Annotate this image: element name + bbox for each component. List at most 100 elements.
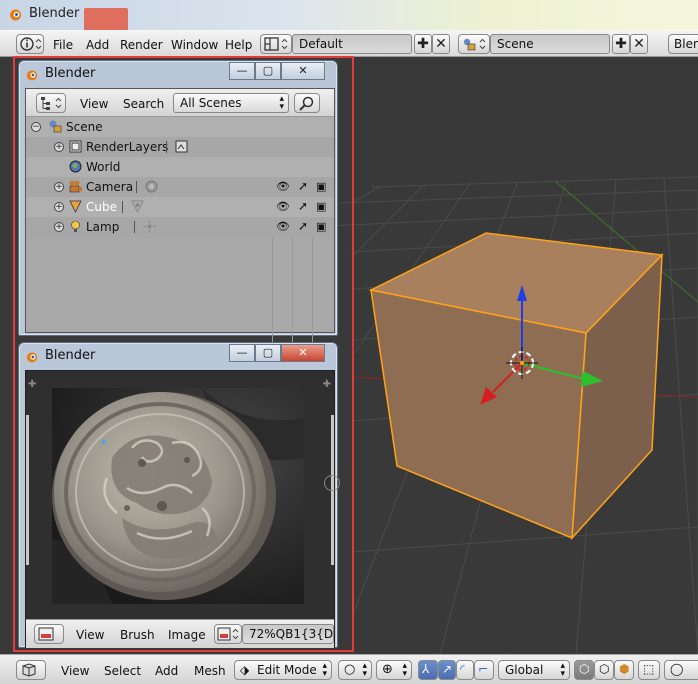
outliner-header: View Search All Scenes ▴ ▾ (26, 89, 334, 117)
proportional-edit-dropdown[interactable]: ◯ (664, 660, 698, 680)
face-select-icon: ⬢ (619, 662, 630, 676)
image-editor[interactable]: ✚ ✚ View Brush Image 72%QB1{3{D( (25, 370, 340, 648)
renderability-camera-icon[interactable]: ▣ (316, 200, 326, 213)
remove-scene-button[interactable]: ✕ (630, 34, 648, 54)
outliner-display-mode-dropdown[interactable]: All Scenes ▴ ▾ (173, 93, 289, 113)
camera-data-icon (145, 180, 158, 193)
mesh-menu[interactable]: Mesh (194, 664, 226, 678)
region-toggle-icon[interactable] (324, 475, 340, 491)
left-region-edge[interactable] (26, 415, 29, 565)
rotate-manipulator-button[interactable]: ◜ (456, 660, 474, 680)
selectability-cursor-icon[interactable]: ➚ (298, 219, 308, 233)
outliner-menu-search[interactable]: Search (123, 97, 164, 111)
screen-layout-browse-button[interactable] (260, 34, 292, 54)
mesh-data-icon (131, 200, 144, 214)
translate-manipulator-button[interactable]: ↗ (438, 660, 456, 680)
add-screen-button[interactable]: ✚ (414, 34, 432, 54)
tree-label: RenderLayers (86, 140, 169, 154)
region-plus-icon[interactable]: ✚ (28, 379, 36, 390)
image-canvas[interactable] (52, 388, 304, 604)
menu-add[interactable]: Add (86, 38, 109, 52)
image-editor-icon (38, 627, 54, 641)
stone-seal-photo (52, 388, 304, 604)
render-engine-dropdown[interactable]: Blend (668, 34, 698, 54)
close-button[interactable]: ✕ (281, 62, 325, 80)
face-select-button[interactable]: ⬢ (614, 660, 634, 680)
image-menu-image[interactable]: Image (168, 628, 206, 642)
tree-row-lamp[interactable]: + Lamp 👁 ➚ ▣ (26, 217, 334, 237)
transform-orientation-dropdown[interactable]: Global ▴ ▾ (498, 660, 570, 680)
menu-render[interactable]: Render (120, 38, 163, 52)
plus-icon: ✚ (417, 36, 429, 52)
add-scene-button[interactable]: ✚ (612, 34, 630, 54)
maximize-button[interactable]: ▢ (255, 344, 281, 362)
3d-view-icon (22, 663, 36, 677)
image-browse-button[interactable] (214, 624, 242, 644)
tree-row-cube[interactable]: + Cube 👁 ➚ ▣ (26, 197, 334, 217)
editor-type-button[interactable] (16, 34, 44, 54)
image-menu-brush[interactable]: Brush (120, 628, 155, 642)
image-window-titlebar[interactable]: Blender — ▢ ✕ (19, 343, 337, 370)
view-menu[interactable]: View (61, 664, 89, 678)
tree-row-renderlayers[interactable]: + RenderLayers (26, 137, 334, 157)
mesh-icon (69, 200, 82, 213)
updown-arrows-icon: ▴ ▾ (560, 661, 565, 679)
expand-icon[interactable]: + (54, 182, 64, 192)
outliner-icon (41, 97, 62, 110)
menu-file[interactable]: File (53, 38, 73, 52)
outliner-window[interactable]: Blender — ▢ ✕ View Search All Scenes ▴▾ (18, 60, 338, 367)
tree-row-scene[interactable]: − Scene (26, 117, 334, 137)
visibility-eye-icon[interactable]: 👁 (276, 200, 290, 213)
maximize-button[interactable]: ▢ (255, 62, 281, 80)
screen-layout-icon (264, 37, 288, 51)
select-menu[interactable]: Select (104, 664, 141, 678)
expand-icon[interactable]: + (54, 222, 64, 232)
remove-screen-button[interactable]: ✕ (432, 34, 450, 54)
add-menu[interactable]: Add (155, 664, 178, 678)
updown-arrows-icon: ▴ ▾ (322, 661, 327, 679)
menu-window[interactable]: Window (171, 38, 218, 52)
vertex-select-button[interactable]: ⬡ (574, 660, 594, 680)
outliner-window-titlebar[interactable]: Blender — ▢ ✕ (19, 61, 337, 88)
image-icon (217, 627, 239, 641)
search-filter-button[interactable] (294, 93, 320, 113)
collapse-icon[interactable]: − (31, 122, 41, 132)
scene-field[interactable]: Scene (490, 34, 610, 54)
renderability-camera-icon[interactable]: ▣ (316, 180, 326, 193)
plus-icon: ✚ (615, 36, 627, 52)
manipulator-toggle-button[interactable]: ⅄ (418, 660, 438, 680)
region-plus-icon[interactable]: ✚ (323, 379, 331, 390)
image-name-field[interactable]: 72%QB1{3{D( (242, 624, 334, 644)
pivot-point-dropdown[interactable]: ⊕ ▴ ▾ (376, 660, 412, 680)
screen-layout-field[interactable]: Default (292, 34, 412, 54)
minimize-button[interactable]: — (229, 62, 255, 80)
editor-type-button[interactable] (36, 93, 66, 113)
cube-mesh[interactable] (368, 232, 664, 541)
image-menu-view[interactable]: View (76, 628, 104, 642)
limit-selection-button[interactable]: ⬚ (638, 660, 660, 680)
renderability-camera-icon[interactable]: ▣ (316, 220, 326, 233)
minimize-button[interactable]: — (229, 344, 255, 362)
viewport-shading-dropdown[interactable]: ○ ▴ ▾ (338, 660, 372, 680)
expand-icon[interactable]: + (54, 202, 64, 212)
menu-help[interactable]: Help (225, 38, 252, 52)
cube-front-face[interactable] (370, 289, 587, 540)
tree-row-world[interactable]: World (26, 157, 334, 177)
edge-select-button[interactable]: ⬡ (594, 660, 614, 680)
visibility-eye-icon[interactable]: 👁 (276, 180, 290, 193)
image-editor-window[interactable]: Blender — ▢ ✕ ✚ ✚ View Brush Image 72%QB… (18, 342, 340, 648)
image-window-title: Blender (45, 348, 96, 363)
selectability-cursor-icon[interactable]: ➚ (298, 199, 308, 213)
outliner-menu-view[interactable]: View (80, 97, 108, 111)
close-button[interactable]: ✕ (281, 344, 325, 362)
mode-dropdown[interactable]: ⬗ Edit Mode ▴ ▾ (234, 660, 332, 680)
expand-icon[interactable]: + (54, 142, 64, 152)
scale-manipulator-button[interactable]: ⌐ (474, 660, 494, 680)
minimize-icon: — (236, 64, 248, 77)
editor-type-button[interactable] (34, 624, 64, 644)
scene-browse-button[interactable] (458, 34, 490, 54)
selectability-cursor-icon[interactable]: ➚ (298, 179, 308, 193)
editor-type-button[interactable] (16, 660, 46, 680)
tree-row-camera[interactable]: + Camera 👁 ➚ ▣ (26, 177, 334, 197)
visibility-eye-icon[interactable]: 👁 (276, 220, 290, 233)
